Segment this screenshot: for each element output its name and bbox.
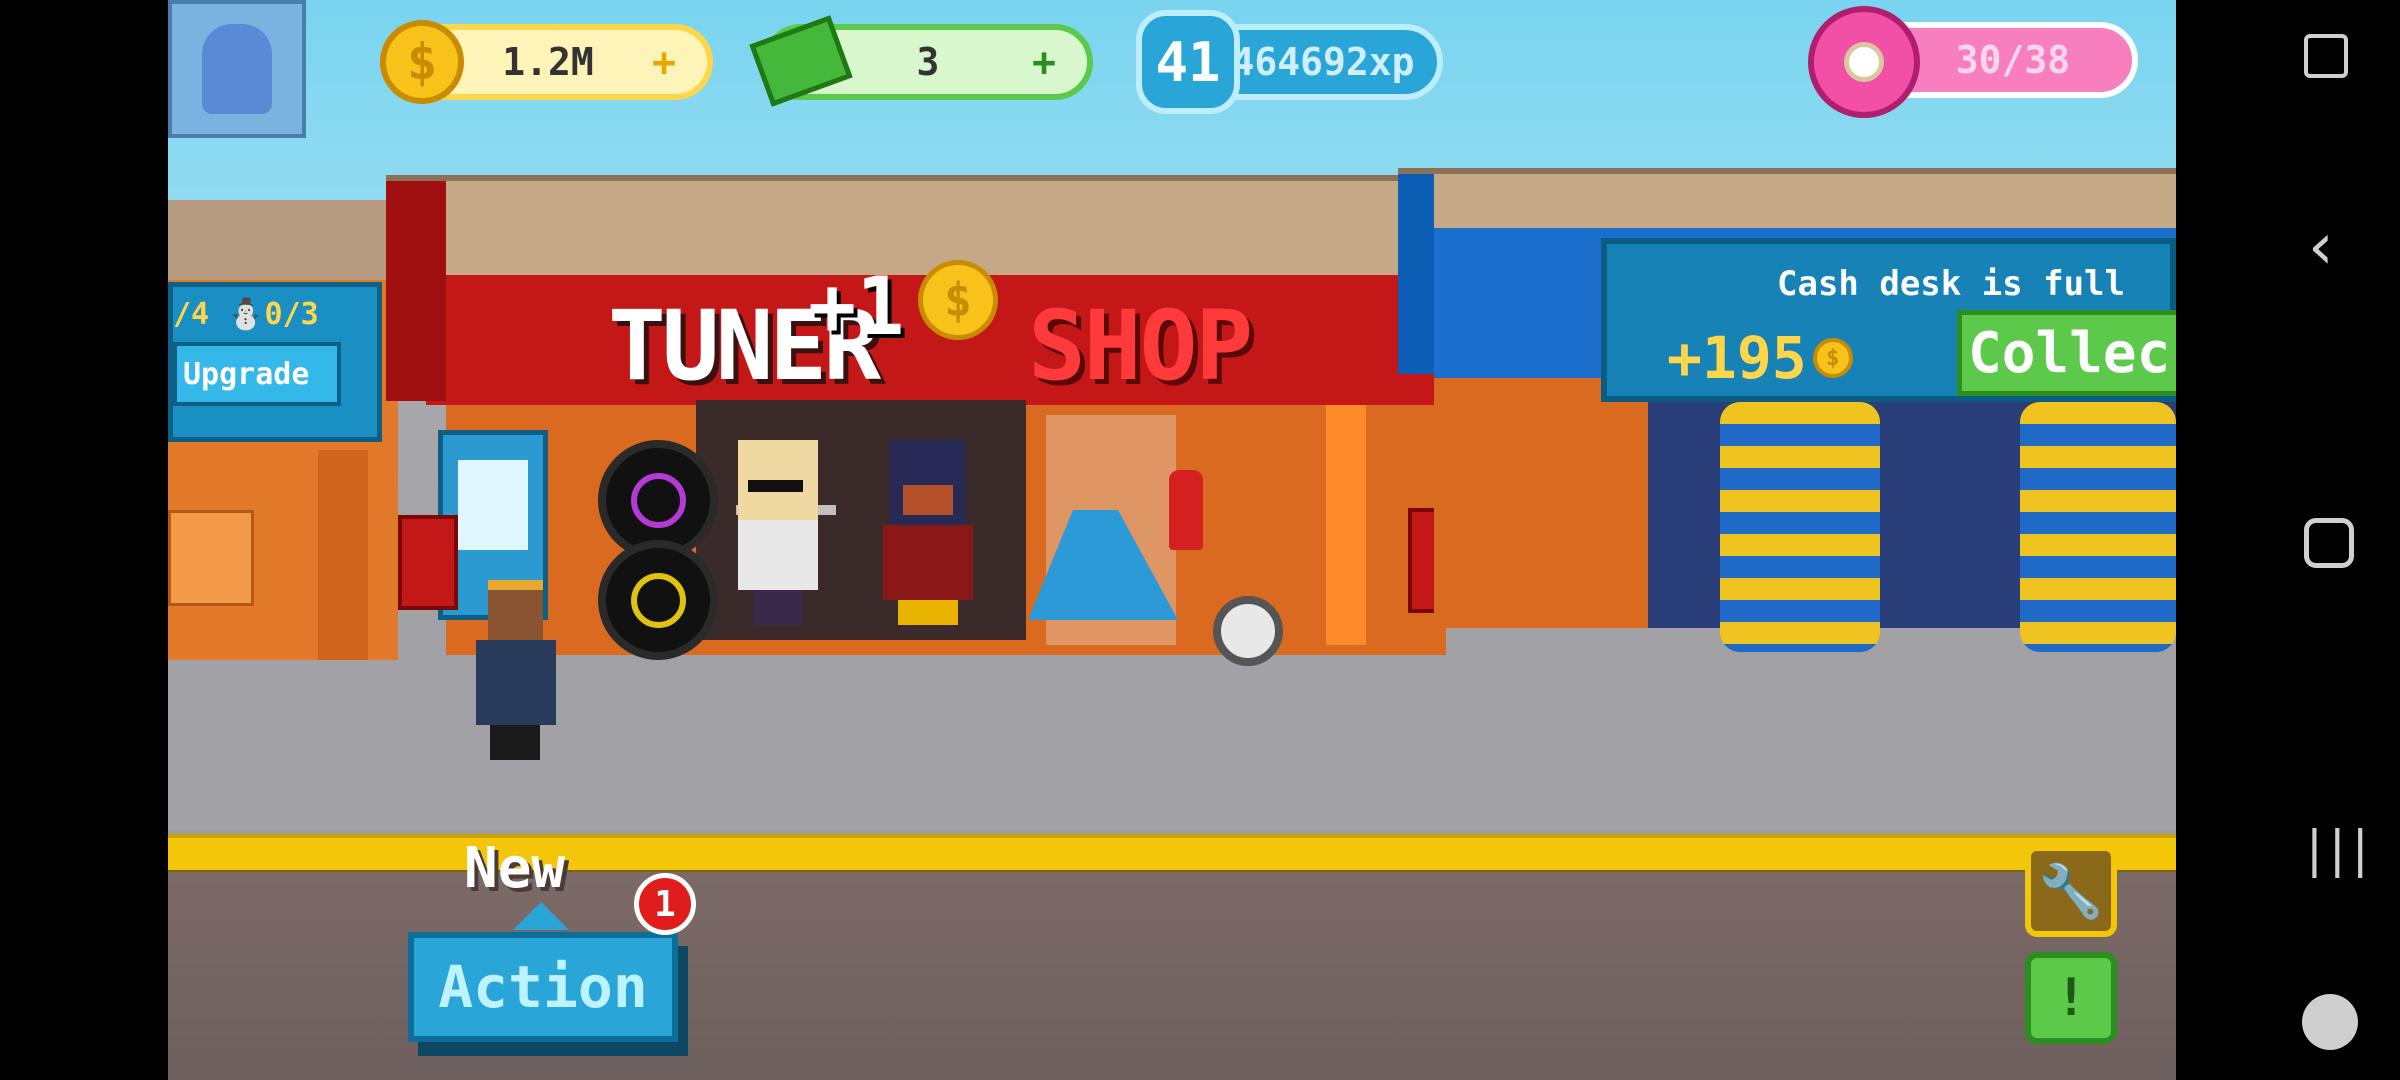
donut-icon: [1808, 6, 1920, 118]
new-label: New: [464, 836, 566, 901]
cash-desk-panel: Cash desk is full +195 $ Collec: [1601, 238, 2176, 402]
action-button[interactable]: Action: [408, 932, 678, 1042]
coin-icon: $: [918, 260, 998, 340]
wash-brush: [2020, 402, 2176, 652]
xp-value: 464692xp: [1231, 40, 1415, 84]
cash-desk-message: Cash desk is full: [1777, 264, 2125, 304]
donut-value: 30/38: [1955, 38, 2071, 82]
game-viewport[interactable]: /4 ⛄0/3 Upgrade TUNER SHOP +1 $ Cash des…: [168, 0, 2176, 1080]
action-label: Action: [438, 953, 648, 1021]
collect-label: Collec: [1968, 320, 2171, 386]
recent-apps-button[interactable]: |||: [2306, 820, 2375, 878]
character-woman[interactable]: [728, 440, 828, 630]
upgrade-button[interactable]: Upgrade: [173, 342, 341, 406]
coins-value: 1.2M: [502, 40, 594, 84]
screen-lock-icon[interactable]: [2304, 34, 2348, 78]
wheel-icon: [1213, 596, 1283, 666]
coin-icon: $: [1812, 338, 1853, 378]
level-badge-icon: 41: [1136, 10, 1240, 114]
fire-extinguisher-icon: [1169, 470, 1203, 550]
left-building-stats: /4 ⛄0/3: [173, 297, 319, 332]
notification-count: 1: [654, 883, 676, 925]
wrench-button[interactable]: 🔧: [2025, 845, 2117, 937]
add-coins-button[interactable]: +: [652, 40, 676, 86]
notification-badge: 1: [634, 873, 696, 935]
cash-desk-amount: +195 $: [1667, 324, 1853, 392]
coin-icon: $: [380, 20, 464, 104]
back-button[interactable]: ‹: [2308, 210, 2334, 284]
upgrade-label: Upgrade: [183, 356, 310, 392]
alert-button[interactable]: !: [2025, 952, 2117, 1044]
character-man[interactable]: [468, 580, 558, 770]
upgrade-panel: /4 ⛄0/3 Upgrade: [168, 282, 382, 442]
game-controller-icon[interactable]: [2302, 994, 2358, 1050]
level-value: 41: [1155, 30, 1221, 94]
shop-sign: TUNER SHOP: [608, 290, 1468, 402]
floating-coin-counter: +1 $: [808, 260, 1008, 353]
exclamation-icon: !: [2055, 968, 2087, 1028]
collect-button[interactable]: Collec: [1957, 310, 2176, 396]
up-arrow-icon: [513, 902, 569, 930]
system-nav-bar: ‹ |||: [2176, 0, 2400, 1080]
profile-avatar-button[interactable]: [168, 0, 306, 138]
cash-value: 3: [916, 40, 940, 84]
cash-amount-text: +195: [1667, 324, 1807, 392]
floating-counter-text: +1: [808, 260, 905, 353]
character-masked[interactable]: [878, 440, 978, 630]
wrench-icon: 🔧: [2038, 861, 2104, 922]
sign-shop: SHOP: [1028, 290, 1253, 402]
home-button[interactable]: [2304, 518, 2354, 568]
mailbox: [398, 515, 458, 610]
wash-brush: [1720, 402, 1880, 652]
add-cash-button[interactable]: +: [1032, 40, 1056, 86]
tire-icon: [598, 540, 718, 660]
